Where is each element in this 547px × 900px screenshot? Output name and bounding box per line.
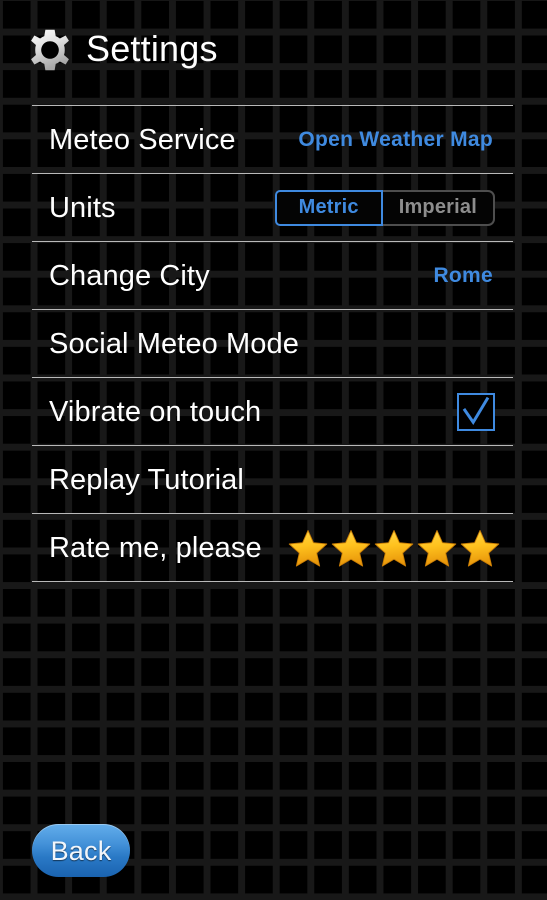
star-icon[interactable] — [460, 528, 500, 568]
row-label: Rate me, please — [49, 531, 262, 564]
star-icon[interactable] — [331, 528, 371, 568]
change-city-value[interactable]: Rome — [433, 264, 513, 288]
settings-row-rate-me[interactable]: Rate me, please — [32, 514, 513, 582]
units-option-metric[interactable]: Metric — [274, 189, 383, 226]
row-label: Social Meteo Mode — [49, 327, 299, 360]
settings-list: Meteo Service Open Weather Map Units Met… — [32, 105, 513, 582]
settings-screen: Settings Meteo Service Open Weather Map … — [0, 0, 547, 900]
star-rating[interactable] — [288, 528, 500, 568]
row-label: Vibrate on touch — [49, 395, 262, 428]
row-label: Meteo Service — [49, 123, 236, 156]
settings-row-replay-tutorial[interactable]: Replay Tutorial — [32, 446, 513, 514]
settings-row-vibrate-on-touch[interactable]: Vibrate on touch — [32, 378, 513, 446]
checkmark-icon — [462, 396, 490, 425]
page-header: Settings — [0, 0, 547, 98]
star-icon[interactable] — [374, 528, 414, 568]
star-icon[interactable] — [417, 528, 457, 568]
page-title: Settings — [86, 28, 218, 69]
settings-row-change-city[interactable]: Change City Rome — [32, 242, 513, 310]
vibrate-checkbox[interactable] — [457, 392, 495, 431]
units-option-imperial[interactable]: Imperial — [382, 189, 495, 226]
row-label: Change City — [49, 259, 210, 292]
back-button[interactable]: Back — [32, 824, 130, 877]
units-segmented-control[interactable]: Metric Imperial — [274, 189, 495, 226]
settings-row-meteo-service[interactable]: Meteo Service Open Weather Map — [32, 105, 513, 174]
row-label: Units — [49, 191, 116, 224]
star-icon[interactable] — [288, 528, 328, 568]
settings-row-units: Units Metric Imperial — [32, 174, 513, 242]
back-button-label: Back — [50, 835, 112, 866]
row-label: Replay Tutorial — [49, 463, 244, 496]
meteo-service-value[interactable]: Open Weather Map — [298, 128, 513, 152]
settings-row-social-meteo-mode[interactable]: Social Meteo Mode — [32, 310, 513, 378]
gear-icon — [31, 29, 69, 71]
